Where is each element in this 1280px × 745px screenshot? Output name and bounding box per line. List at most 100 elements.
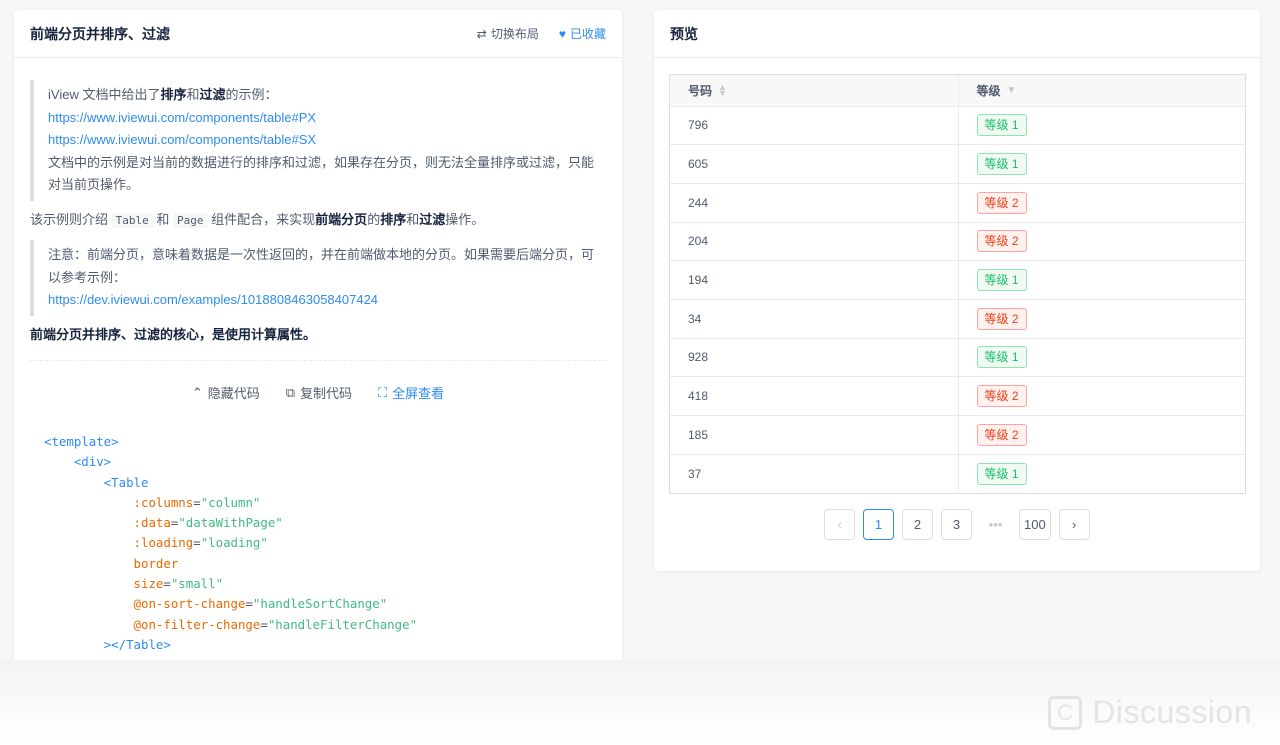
fullscreen-button[interactable]: ⛶ 全屏查看: [378, 383, 444, 402]
code-eq: =: [260, 616, 268, 632]
code-value: "handleFilterChange": [267, 616, 418, 632]
cell-level: 等级 1: [958, 144, 1245, 184]
switch-layout-label: 切换布局: [490, 27, 539, 41]
quote1-line4: 文档中的示例是对当前的数据进行的排序和过滤，如果存在分页，则无法全量排序或过滤，…: [48, 154, 595, 193]
level-tag: 等级 1: [976, 114, 1027, 137]
cell-level: 等级 2: [958, 222, 1245, 262]
prev-page-button[interactable]: ‹: [824, 509, 855, 540]
next-page-button[interactable]: ›: [1058, 509, 1090, 540]
code-value: "small": [170, 576, 224, 592]
cell-number: 204: [670, 222, 959, 262]
sort-icon[interactable]: ▲ ▼: [718, 83, 727, 98]
example-card: 前端分页并排序、过滤 ⇄ 切换布局 ♥ 已收藏 iView 文档中给出了排序和过…: [14, 10, 622, 660]
watermark: C Discussion: [1048, 694, 1252, 731]
table-row: 928 等级 1: [670, 338, 1245, 378]
text: iView 文档中给出了: [48, 87, 161, 102]
cell-level: 等级 2: [958, 299, 1245, 339]
cell-number: 928: [670, 338, 959, 378]
description: iView 文档中给出了排序和过滤的示例： https://www.iviewu…: [14, 58, 622, 346]
chevron-up-icon: ⌃: [191, 384, 203, 400]
level-tag: 等级 2: [976, 423, 1027, 446]
level-tag: 等级 1: [976, 153, 1027, 176]
hide-code-label: 隐藏代码: [207, 386, 260, 401]
code-attr: @on-filter-change: [133, 616, 261, 632]
text: 操作。: [445, 211, 485, 227]
cell-number: 244: [670, 183, 959, 223]
code-value: "handleSortChange": [252, 596, 388, 612]
level-tag: 等级 1: [976, 346, 1027, 369]
link-filter-example[interactable]: https://www.iviewui.com/components/table…: [48, 132, 316, 147]
text: 的: [367, 211, 381, 227]
header-actions: ⇄ 切换布局 ♥ 已收藏: [477, 25, 606, 42]
swap-icon: ⇄: [476, 26, 487, 41]
preview-card-header: 预览: [654, 10, 1260, 58]
code-attr: :loading: [133, 535, 194, 551]
preview-title: 预览: [670, 25, 698, 42]
cell-number: 194: [670, 260, 959, 300]
example-card-header: 前端分页并排序、过滤 ⇄ 切换布局 ♥ 已收藏: [14, 10, 622, 58]
copy-icon: ⧉: [285, 384, 296, 400]
filter-icon[interactable]: ▼: [1007, 85, 1017, 96]
copy-code-button[interactable]: ⧉ 复制代码: [286, 383, 352, 402]
bold-text: 前端分页: [315, 211, 368, 227]
code-eq: =: [163, 576, 171, 592]
cell-level: 等级 2: [958, 415, 1245, 455]
quote2-line: 注意：前端分页，意味着数据是一次性返回的，并在前端做本地的分页。如果需要后端分页…: [48, 247, 595, 285]
table-row: 244 等级 2: [670, 183, 1245, 223]
cell-level: 等级 1: [958, 338, 1245, 378]
cell-number: 418: [670, 376, 959, 416]
copy-code-label: 复制代码: [300, 386, 353, 401]
link-backend-example[interactable]: https://dev.iviewui.com/examples/1018808…: [48, 292, 378, 307]
quote-sort-filter: iView 文档中给出了排序和过滤的示例： https://www.iviewu…: [30, 80, 606, 201]
page-1[interactable]: 1: [863, 509, 894, 540]
inline-code: Page: [173, 212, 208, 228]
summary-paragraph: 前端分页并排序、过滤的核心，是使用计算属性。: [30, 324, 606, 347]
cell-level: 等级 1: [958, 454, 1245, 493]
column-level[interactable]: 等级 ▼: [958, 75, 1245, 107]
code-attr: size: [133, 576, 164, 592]
page-ellipsis[interactable]: •••: [980, 509, 1011, 540]
table-row: 34 等级 2: [670, 299, 1245, 339]
table-row: 796 等级 1: [670, 106, 1245, 146]
page-100[interactable]: 100: [1019, 509, 1051, 540]
link-sort-example[interactable]: https://www.iviewui.com/components/table…: [48, 110, 316, 125]
discussion-logo-icon: C: [1048, 695, 1083, 730]
code-line: <template>: [44, 434, 119, 449]
switch-layout-button[interactable]: ⇄ 切换布局: [477, 25, 539, 42]
preview-card: 预览 号码 ▲ ▼ 等级 ▼ 796 等级 1 605 等级 1 244 等级 2 204 等级 2…: [654, 10, 1260, 571]
hide-code-button[interactable]: ⌃ 隐藏代码: [192, 383, 260, 402]
heart-icon: ♥: [558, 26, 566, 41]
reflection: C Discussion: [0, 660, 1280, 745]
cell-number: 605: [670, 144, 959, 184]
code-attr: border: [133, 555, 179, 571]
bold-text: 排序: [160, 87, 187, 102]
code-attr: :data: [133, 515, 171, 531]
cell-level: 等级 1: [958, 260, 1245, 300]
level-tag: 等级 2: [976, 191, 1027, 214]
cell-number: 37: [670, 454, 959, 493]
fullscreen-icon: ⛶: [378, 384, 388, 400]
app-canvas: 前端分页并排序、过滤 ⇄ 切换布局 ♥ 已收藏 iView 文档中给出了排序和过…: [0, 0, 1280, 660]
code-attr: @on-sort-change: [133, 596, 246, 612]
table-header-row: 号码 ▲ ▼ 等级 ▼: [670, 75, 1245, 107]
text: 组件配合，来实现: [211, 211, 316, 227]
code-eq: =: [193, 535, 201, 551]
inline-code: Table: [111, 212, 153, 228]
column-number[interactable]: 号码 ▲ ▼: [670, 75, 959, 107]
page-3[interactable]: 3: [941, 509, 972, 540]
cell-level: 等级 2: [958, 376, 1245, 416]
table-row: 194 等级 1: [670, 260, 1245, 300]
favorite-button[interactable]: ♥ 已收藏: [559, 25, 606, 42]
level-tag: 等级 1: [976, 269, 1027, 292]
level-tag: 等级 2: [976, 230, 1027, 253]
cell-number: 796: [670, 106, 959, 146]
level-tag: 等级 2: [976, 307, 1027, 330]
column-number-label: 号码: [688, 83, 713, 98]
table-row: 605 等级 1: [670, 144, 1245, 184]
text: 的示例：: [225, 87, 278, 102]
cell-number: 185: [670, 415, 959, 455]
bold-text: 过滤: [419, 211, 446, 227]
code-actions: ⌃ 隐藏代码 ⧉ 复制代码 ⛶ 全屏查看: [14, 361, 622, 402]
page-2[interactable]: 2: [902, 509, 933, 540]
code-eq: =: [245, 596, 253, 612]
